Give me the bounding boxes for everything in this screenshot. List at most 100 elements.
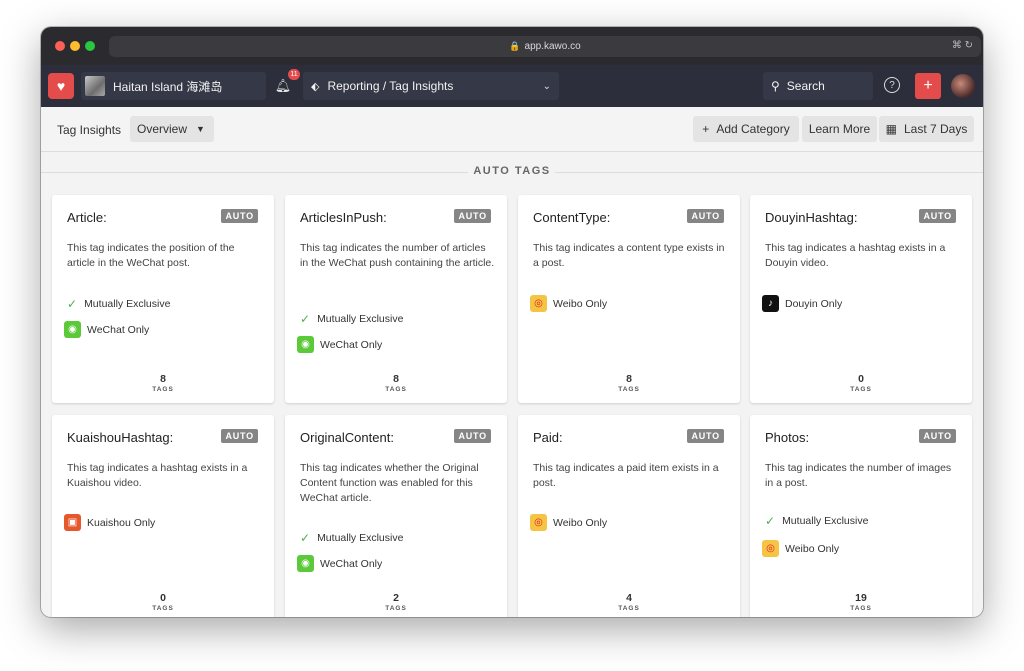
section-heading: AUTO TAGS [473, 165, 551, 177]
date-range-button[interactable]: ▦ Last 7 Days [879, 116, 974, 142]
kuaishou-icon: ▣ [64, 514, 81, 531]
auto-badge: AUTO [919, 429, 956, 443]
check-icon: ✓ [765, 514, 776, 528]
tag-count: 19 [855, 592, 867, 604]
url-text: app.kawo.co [524, 41, 581, 52]
wechat-icon: ◉ [64, 321, 81, 338]
translate-icon[interactable]: ⌘ [952, 40, 962, 51]
view-dropdown[interactable]: Overview ▼ [130, 116, 214, 142]
add-category-label: Add Category [716, 122, 790, 136]
platform-row: ▣ Kuaishou Only [64, 514, 155, 531]
close-window-button[interactable] [55, 41, 65, 51]
chevron-down-icon: ⌄ [542, 80, 551, 92]
tag-count-label: TAGS [850, 386, 872, 393]
breadcrumb: Tag Insights [57, 123, 122, 137]
card-title: Photos: [765, 430, 810, 445]
platform-label: WeChat Only [320, 557, 383, 570]
mutually-exclusive-label: Mutually Exclusive [317, 313, 404, 325]
calendar-icon: ▦ [885, 122, 897, 136]
tag-card-douyinhashtag[interactable]: DouyinHashtag: AUTO This tag indicates a… [750, 195, 972, 403]
tag-card-kuaishouhashtag[interactable]: KuaishouHashtag: AUTO This tag indicates… [52, 415, 274, 617]
platform-label: Kuaishou Only [87, 516, 156, 529]
wechat-icon: ◉ [297, 555, 314, 572]
bell-icon: 🔔︎ [274, 78, 292, 93]
tag-count: 8 [393, 373, 399, 385]
tag-card-photos[interactable]: Photos: AUTO This tag indicates the numb… [750, 415, 972, 617]
avatar[interactable] [951, 74, 975, 98]
check-icon: ✓ [67, 297, 78, 311]
search-icon: ⚲ [771, 79, 780, 93]
platform-label: Douyin Only [785, 297, 843, 310]
card-title: ContentType: [533, 210, 611, 225]
card-description: This tag indicates a hashtag exists in a… [765, 242, 946, 269]
search-button[interactable]: ⚲ Search [763, 72, 873, 100]
tag-count-label: TAGS [618, 386, 640, 393]
check-icon: ✓ [300, 531, 311, 545]
brand-avatar [85, 76, 105, 96]
platform-label: WeChat Only [87, 323, 150, 336]
mutually-exclusive-label: Mutually Exclusive [84, 298, 171, 310]
card-description: This tag indicates a content type exists… [533, 242, 725, 269]
learn-more-button[interactable]: Learn More [802, 116, 877, 142]
auto-badge: AUTO [687, 429, 724, 443]
lock-icon: 🔒 [509, 41, 521, 51]
mutually-exclusive-row: ✓ Mutually Exclusive [297, 312, 403, 326]
card-description: This tag indicates a hashtag exists in a… [67, 462, 248, 489]
tag-card-originalcontent[interactable]: OriginalContent: AUTO This tag indicates… [285, 415, 507, 617]
tag-card-articlesinpush[interactable]: ArticlesInPush: AUTO This tag indicates … [285, 195, 507, 403]
tag-card-paid[interactable]: Paid: AUTO This tag indicates a paid ite… [518, 415, 740, 617]
card-description: This tag indicates whether the Original … [300, 462, 479, 504]
card-title: DouyinHashtag: [765, 210, 858, 225]
tag-count-label: TAGS [618, 605, 640, 612]
view-dropdown-label: Overview [137, 122, 188, 136]
tag-count: 0 [160, 592, 166, 604]
platform-label: Weibo Only [785, 542, 840, 555]
tag-card-article[interactable]: Article: AUTO This tag indicates the pos… [52, 195, 274, 403]
brand-switcher[interactable]: Haitan Island 海滩岛 [81, 72, 266, 100]
tag-count: 0 [858, 373, 864, 385]
weibo-icon: ◎ [762, 540, 779, 557]
address-bar[interactable]: 🔒 app.kawo.co ⌘ ↻ [109, 36, 981, 57]
auto-badge: AUTO [221, 429, 258, 443]
wechat-icon: ◉ [297, 336, 314, 353]
mutually-exclusive-row: ✓ Mutually Exclusive [297, 531, 403, 545]
platform-row: ◎ Weibo Only [530, 295, 607, 312]
mutually-exclusive-row: ✓ Mutually Exclusive [762, 514, 868, 528]
add-category-button[interactable]: + Add Category [693, 116, 799, 142]
card-title: KuaishouHashtag: [67, 430, 174, 445]
maximize-window-button[interactable] [85, 41, 95, 51]
search-label: Search [786, 79, 825, 93]
help-icon[interactable]: ? [884, 77, 900, 93]
reload-icon[interactable]: ↻ [965, 40, 973, 51]
app-header: ♥ Haitan Island 海滩岛 🔔︎ 11 ⬖ Reporting / … [41, 65, 983, 107]
kawo-logo[interactable]: ♥ [48, 73, 74, 99]
mutually-exclusive-label: Mutually Exclusive [782, 515, 869, 527]
card-title: ArticlesInPush: [300, 210, 387, 225]
platform-row: ◎ Weibo Only [530, 514, 607, 531]
brand-name: Haitan Island 海滩岛 [113, 79, 223, 94]
douyin-icon: ♪ [762, 295, 779, 312]
card-description: This tag indicates a paid item exists in… [533, 462, 719, 489]
platform-label: Weibo Only [553, 516, 608, 529]
auto-badge: AUTO [454, 209, 491, 223]
auto-badge: AUTO [919, 209, 956, 223]
platform-row: ◉ WeChat Only [297, 555, 382, 572]
notifications-badge: 11 [288, 69, 300, 80]
plus-icon: + [702, 122, 710, 136]
card-description: This tag indicates the position of the a… [67, 242, 235, 269]
tag-card-contenttype[interactable]: ContentType: AUTO This tag indicates a c… [518, 195, 740, 403]
platform-row: ◉ WeChat Only [64, 321, 149, 338]
tag-count: 4 [626, 592, 632, 604]
section-select[interactable]: ⬖ Reporting / Tag Insights ⌄ [303, 72, 559, 100]
tag-count-label: TAGS [385, 605, 407, 612]
learn-more-label: Learn More [808, 122, 871, 136]
weibo-icon: ◎ [530, 514, 547, 531]
tag-icon: ⬖ [311, 80, 320, 93]
create-button[interactable]: + [915, 73, 941, 99]
platform-row: ◎ Weibo Only [762, 540, 839, 557]
tag-count-label: TAGS [850, 605, 872, 612]
card-title: Article: [67, 210, 107, 225]
check-icon: ✓ [300, 312, 311, 326]
tag-count: 2 [393, 592, 399, 604]
minimize-window-button[interactable] [70, 41, 80, 51]
